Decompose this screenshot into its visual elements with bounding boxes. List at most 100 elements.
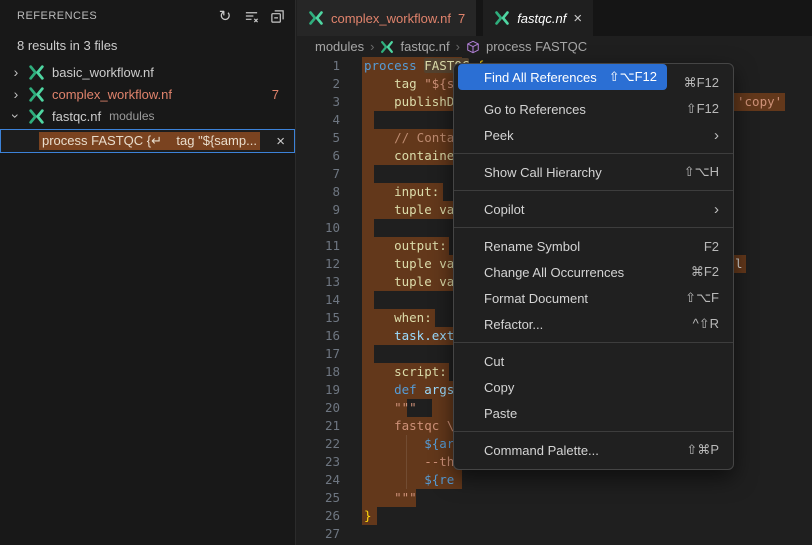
menu-item-label: Cut [484,354,504,369]
nextflow-file-icon [494,10,510,26]
line-number: 8 [297,183,340,201]
references-header: REFERENCES ↻ [0,0,295,32]
tab-problem-badge: 7 [458,11,465,26]
code-line[interactable]: 25 """ [297,489,812,507]
reference-range-highlight [362,291,374,309]
chevron-right-icon[interactable]: › [8,64,24,80]
code-token: output: [394,238,447,253]
line-number: 22 [297,435,340,453]
reference-result-item[interactable]: process FASTQC {↵ tag "${samp... × [0,129,295,153]
code-token: --th [424,454,454,469]
code-text: tuple val [364,201,462,219]
clear-results-icon[interactable] [241,6,261,26]
code-text: output: [364,237,447,255]
menu-item-label: Peek [484,128,514,143]
line-content [364,525,812,543]
code-token: task.ext. [394,328,462,343]
code-token: fastqc \ [394,418,454,433]
breadcrumb-item-symbol[interactable]: process FASTQC [486,39,587,54]
menu-item-go-to-references[interactable]: Go to References⇧F12 [458,96,729,122]
tab-bar: complex_workflow.nf 7 fastqc.nf × [297,0,812,36]
results-summary: 8 results in 3 files [0,32,295,61]
code-text: --th [364,453,454,471]
dismiss-icon[interactable]: × [276,134,285,149]
line-content: """ [364,489,812,507]
line-number: 25 [297,489,340,507]
reference-range-highlight [362,165,374,183]
reference-snippet[interactable]: process FASTQC {↵ tag "${samp... [39,132,260,150]
menu-item-format-document[interactable]: Format Document ⇧⌥F [458,285,729,311]
menu-item-label: Show Call Hierarchy [484,165,602,180]
menu-item-rename-symbol[interactable]: Rename Symbol F2 [458,233,729,259]
code-line[interactable]: 27 [297,525,812,543]
menu-item-refactor[interactable]: Refactor...^⇧R [458,311,729,337]
menu-item-label: Format Document [484,291,588,306]
code-text: """ [364,489,417,507]
code-text: ${ar [364,435,454,453]
code-token: process [364,58,424,73]
file-row-complex-workflow[interactable]: › complex_workflow.nf 7 [0,83,295,105]
code-text: fastqc \ [364,417,454,435]
file-row-basic-workflow[interactable]: › basic_workflow.nf [0,61,295,83]
line-content: ${re [364,471,812,489]
chevron-down-icon[interactable]: › [8,108,24,124]
menu-item-shortcut: ⇧⌘P [686,442,719,458]
menu-item-label: Rename Symbol [484,239,580,254]
code-fragment-right: 'copy' [734,93,785,111]
context-menu: Go to Definition⌘F12Go to References⇧F12… [453,63,734,470]
code-text: ${re [364,471,454,489]
tab-complex-workflow[interactable]: complex_workflow.nf 7 [297,0,476,36]
breadcrumb-item-modules[interactable]: modules [315,39,364,54]
file-name[interactable]: complex_workflow.nf [52,87,172,102]
breadcrumb: modules › fastqc.nf › process FASTQC [297,36,812,57]
menu-item-label: Change All Occurrences [484,265,624,280]
line-number: 19 [297,381,340,399]
tab-fastqc[interactable]: fastqc.nf × [483,0,593,36]
line-content: } [364,507,812,525]
breadcrumb-item-file[interactable]: fastqc.nf [400,39,449,54]
file-name[interactable]: basic_workflow.nf [52,65,154,80]
menu-item-find-all-references[interactable]: Find All References⇧⌥F12 [458,64,667,90]
code-token: input: [394,184,439,199]
code-text: } [364,507,372,525]
line-number: 15 [297,309,340,327]
menu-item-peek[interactable]: Peek › [458,122,729,148]
menu-item-change-all-occurrences[interactable]: Change All Occurrences⌘F2 [458,259,729,285]
menu-item-show-call-hierarchy[interactable]: Show Call Hierarchy ⇧⌥H [458,159,729,185]
menu-item-paste[interactable]: Paste [458,400,729,426]
line-number: 18 [297,363,340,381]
collapse-all-icon[interactable] [267,6,287,26]
code-text: """ [364,399,417,417]
tab-label: complex_workflow.nf [331,11,451,26]
menu-item-label: Paste [484,406,517,421]
line-number: 3 [297,93,340,111]
menu-item-copilot[interactable]: Copilot › [458,196,729,222]
chevron-right-icon[interactable]: › [8,86,24,102]
menu-item-shortcut: ⇧⌥H [684,164,719,180]
menu-separator [454,431,733,432]
menu-item-command-palette[interactable]: Command Palette... ⇧⌘P [458,437,729,463]
close-tab-icon[interactable]: × [573,11,582,26]
menu-item-label: Copilot [484,202,524,217]
line-number: 16 [297,327,340,345]
references-panel: REFERENCES ↻ 8 results in 3 files › [0,0,296,545]
refresh-icon[interactable]: ↻ [215,6,235,26]
menu-item-cut[interactable]: Cut [458,348,729,374]
code-token: """ [394,490,417,505]
menu-item-copy[interactable]: Copy [458,374,729,400]
submenu-chevron-icon: › [714,201,719,218]
code-line[interactable]: 24 ${re [297,471,812,489]
menu-item-shortcut: ⇧⌥F [685,290,719,306]
menu-item-label: Command Palette... [484,443,599,458]
code-text: script: [364,363,447,381]
line-number: 4 [297,111,340,129]
submenu-chevron-icon: › [714,127,719,144]
vscode-window: REFERENCES ↻ 8 results in 3 files › [0,0,812,545]
code-token: when: [394,310,432,325]
line-number: 5 [297,129,340,147]
file-name[interactable]: fastqc.nf [52,109,101,124]
menu-item-shortcut: F2 [704,239,719,254]
code-line[interactable]: 26} [297,507,812,525]
menu-item-label: Copy [484,380,514,395]
file-row-fastqc[interactable]: › fastqc.nf modules [0,105,295,127]
